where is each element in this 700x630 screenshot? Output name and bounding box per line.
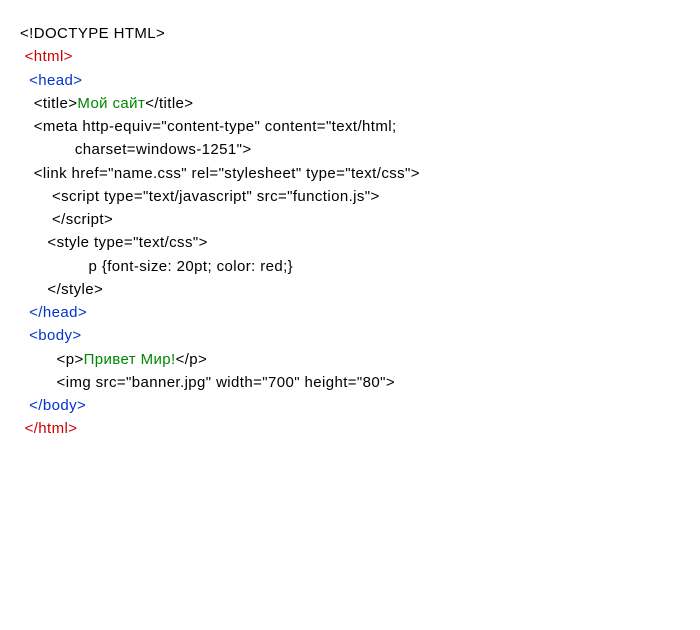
code-line: <meta http-equiv="content-type" content=… xyxy=(20,115,690,138)
code-token: <p> xyxy=(57,351,84,368)
code-token: <link href="name.css" rel="stylesheet" t… xyxy=(34,165,420,182)
code-token: p {font-size: 20pt; color: red;} xyxy=(89,258,294,275)
code-line: <head> xyxy=(20,69,690,92)
code-token: Мой сайт xyxy=(77,95,145,112)
code-token: </script> xyxy=(52,211,113,228)
code-line: <style type="text/css"> xyxy=(20,231,690,254)
code-line: <title>Мой сайт</title> xyxy=(20,92,690,115)
code-line: </head> xyxy=(20,301,690,324)
code-token: <!DOCTYPE HTML> xyxy=(20,25,165,42)
code-line: </body> xyxy=(20,394,690,417)
code-token: </title> xyxy=(145,95,193,112)
code-token: <img src="banner.jpg" width="700" height… xyxy=(57,374,395,391)
code-line: <p>Привет Мир!</p> xyxy=(20,348,690,371)
code-token: </p> xyxy=(176,351,208,368)
code-token: Привет Мир! xyxy=(84,351,176,368)
code-token: </html> xyxy=(25,420,78,437)
code-token: </style> xyxy=(47,281,103,298)
code-token: charset=windows-1251"> xyxy=(75,141,252,158)
code-line: </script> xyxy=(20,208,690,231)
code-token: </body> xyxy=(29,397,86,414)
code-token: <style type="text/css"> xyxy=(47,234,207,251)
code-token: <head> xyxy=(29,72,82,89)
code-block: <!DOCTYPE HTML> <html> <head> <title>Мой… xyxy=(0,0,700,451)
code-line: </style> xyxy=(20,278,690,301)
code-line: <body> xyxy=(20,324,690,347)
code-token: <title> xyxy=(34,95,78,112)
code-line: <!DOCTYPE HTML> xyxy=(20,22,690,45)
code-token: <html> xyxy=(25,48,73,65)
code-line: <img src="banner.jpg" width="700" height… xyxy=(20,371,690,394)
code-line: <link href="name.css" rel="stylesheet" t… xyxy=(20,162,690,185)
code-line: <script type="text/javascript" src="func… xyxy=(20,185,690,208)
code-token: </head> xyxy=(29,304,87,321)
code-line: p {font-size: 20pt; color: red;} xyxy=(20,255,690,278)
code-line: charset=windows-1251"> xyxy=(20,138,690,161)
code-token: <script type="text/javascript" src="func… xyxy=(52,188,380,205)
code-line: </html> xyxy=(20,417,690,440)
code-token: <body> xyxy=(29,327,81,344)
code-line: <html> xyxy=(20,45,690,68)
code-token: <meta http-equiv="content-type" content=… xyxy=(34,118,397,135)
